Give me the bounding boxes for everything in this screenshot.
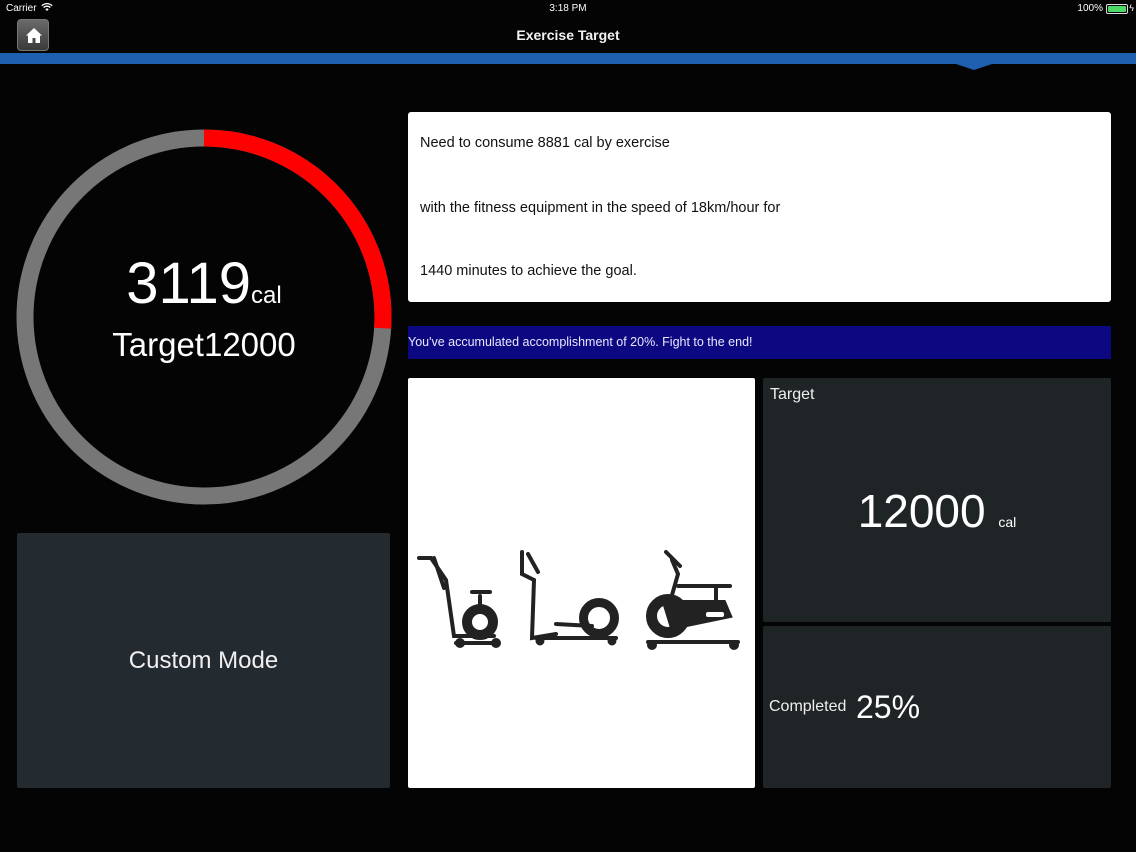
battery-icon <box>1106 4 1128 14</box>
exercise-info-card: Need to consume 8881 cal by exercise wit… <box>408 112 1111 302</box>
custom-mode-button[interactable]: Custom Mode <box>17 533 390 788</box>
nav-bar: Exercise Target <box>0 18 1136 53</box>
treadmill-icon <box>417 556 501 648</box>
target-number: 12000 <box>857 485 986 537</box>
header-notch <box>956 64 992 70</box>
page-title: Exercise Target <box>516 27 620 43</box>
equipment-card[interactable] <box>408 378 755 788</box>
completed-value: 25% <box>856 689 921 725</box>
target-unit: cal <box>998 514 1017 530</box>
clock: 3:18 PM <box>549 3 587 14</box>
target-label: Target <box>770 386 815 403</box>
calorie-target: Target12000 <box>112 326 296 363</box>
battery-percent: 100% <box>1077 3 1103 14</box>
equipment-illustration <box>417 550 740 650</box>
status-bar: Carrier 3:18 PM 100% ϟ <box>0 0 1136 18</box>
info-line-3: 1440 minutes to achieve the goal. <box>420 263 637 279</box>
header-accent-bar <box>0 53 1136 64</box>
calorie-current-value: 3119 <box>126 251 252 316</box>
charging-icon: ϟ <box>1129 3 1134 13</box>
progress-banner: You've accumulated accomplishment of 20%… <box>408 326 1111 359</box>
elliptical-icon <box>520 550 619 646</box>
target-card: Target 12000 cal <box>763 378 1111 622</box>
exercise-bike-icon <box>646 550 740 650</box>
info-line-2: with the fitness equipment in the speed … <box>420 200 781 216</box>
info-line-1: Need to consume 8881 cal by exercise <box>420 135 670 151</box>
target-value: 12000 cal <box>763 484 1111 538</box>
completed-label: Completed <box>769 698 847 715</box>
completed-card: Completed 25% <box>763 626 1111 788</box>
calorie-unit: cal <box>251 282 282 309</box>
calorie-current: 3119cal <box>0 254 408 326</box>
